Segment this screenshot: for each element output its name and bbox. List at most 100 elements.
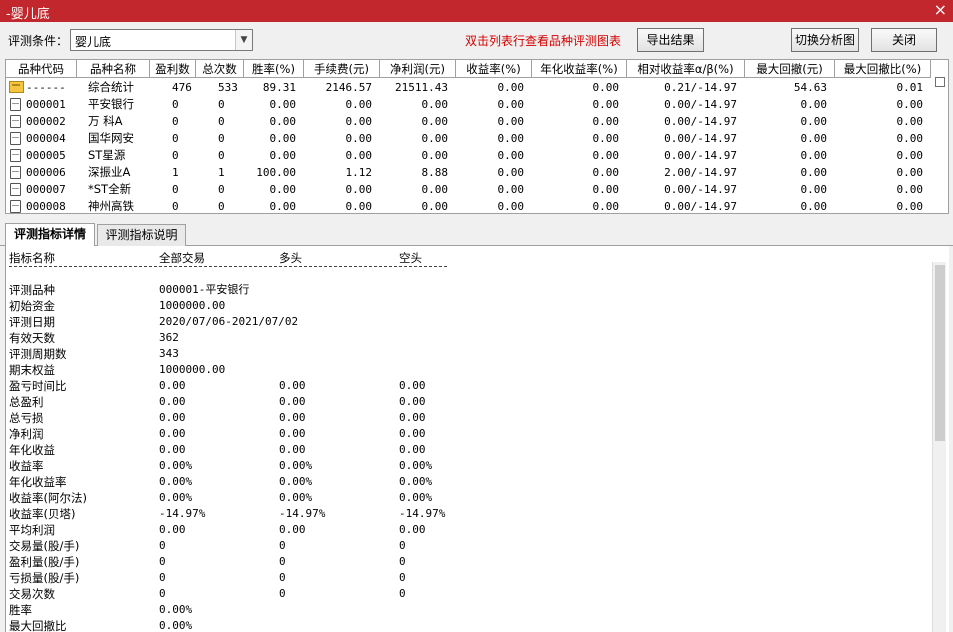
metric-name: 盈亏时间比 [9,379,67,393]
detail-row: 年化收益率 0.00% 0.00% 0.00% [9,474,909,490]
metric-name: 评测品种 [9,283,55,297]
table-row[interactable]: 000004 国华网安 0 0 0.00 0.00 0.00 0.00 0.00 0.00/-14… [6,130,931,147]
cell-ddratio: 0.00 [896,183,924,196]
column-header-total[interactable]: 总次数 [196,60,244,78]
detail-row: 交易次数 0 0 0 [9,586,909,602]
column-header-ret[interactable]: 收益率(%) [456,60,532,78]
metric-value: 0 [279,587,286,600]
column-header-winrate[interactable]: 胜率(%) [244,60,304,78]
title-bar: -婴儿底 × [0,0,953,22]
tab-metric-explanation[interactable]: 评测指标说明 [97,224,186,246]
table-row[interactable]: 000001 平安银行 0 0 0.00 0.00 0.00 0.00 0.00 0.00/-14… [6,96,931,113]
cell-ddratio: 0.00 [896,115,924,128]
condition-value: 婴儿底 [75,35,112,49]
cell-maxdd: 0.00 [800,98,828,111]
close-icon[interactable]: × [934,1,947,19]
column-header-annual[interactable]: 年化收益率(%) [532,60,627,78]
metric-name: 期末权益 [9,363,55,377]
cell-winrate: 0.00 [269,132,297,145]
column-header-fee[interactable]: 手续费(元) [304,60,380,78]
detail-row: 盈亏时间比 0.00 0.00 0.00 [9,378,909,394]
cell-annual: 0.00 [592,183,620,196]
hint-text: 双击列表行查看品种评测图表 [465,34,622,48]
cell-wins: 0 [172,200,179,213]
metric-name: 评测日期 [9,315,55,329]
cell-winrate: 0.00 [269,149,297,162]
cell-ddratio: 0.00 [896,166,924,179]
chevron-down-icon[interactable]: ▼ [235,30,252,50]
metric-name: 平均利润 [9,523,55,537]
cell-rel: 0.21/-14.97 [664,81,737,94]
cell-ddratio: 0.00 [896,98,924,111]
cell-annual: 0.00 [592,149,620,162]
cell-rel: 0.00/-14.97 [664,98,737,111]
export-button[interactable]: 导出结果 [637,28,704,52]
metric-value: 0.00% [279,475,313,488]
close-button[interactable]: 关闭 [871,28,937,52]
metric-value: 0 [279,555,286,568]
metric-value: -14.97% [279,507,326,520]
column-header-maxdd[interactable]: 最大回撤(元) [745,60,835,78]
cell-net: 0.00 [421,98,449,111]
scrollbar-thumb[interactable] [935,265,945,441]
doc-icon [10,115,21,128]
cell-total: 533 [218,81,238,94]
detail-row: 胜率 0.00% [9,602,909,618]
column-header-code[interactable]: 品种代码 [6,60,77,78]
column-toggle-checkbox[interactable] [935,77,945,87]
metric-value: 0.00 [279,427,306,440]
cell-maxdd: 0.00 [800,166,828,179]
table-row[interactable]: 000002 万 科A 0 0 0.00 0.00 0.00 0.00 0.00 0.00/-14… [6,113,931,130]
condition-select[interactable]: 婴儿底 ▼ [70,29,253,51]
column-header-wins[interactable]: 盈利数 [150,60,196,78]
table-row[interactable]: 000006 深振业A 1 1 100.00 1.12 8.88 0.00 0.00 2.00/-… [6,164,931,181]
metric-value: 0.00% [159,459,193,472]
cell-maxdd: 0.00 [800,183,828,196]
cell-wins: 0 [172,149,179,162]
detail-row: 收益率 0.00% 0.00% 0.00% [9,458,909,474]
metric-value: 0.00 [399,379,426,392]
switch-chart-button[interactable]: 切换分析图 [791,28,859,52]
tab-metric-details[interactable]: 评测指标详情 [5,223,95,246]
cell-code: 000004 [26,132,66,145]
cell-rel: 2.00/-14.97 [664,166,737,179]
metric-value: 0.00 [399,395,426,408]
cell-ret: 0.00 [497,149,525,162]
column-header-net[interactable]: 净利润(元) [380,60,456,78]
cell-net: 8.88 [421,166,449,179]
metric-value: 362 [159,331,179,344]
metric-name: 胜率 [9,603,32,617]
cell-fee: 2146.57 [325,81,372,94]
metric-value: 0.00% [159,619,193,632]
table-row[interactable]: 000008 神州高铁 0 0 0.00 0.00 0.00 0.00 0.00 0.00/-14… [6,198,931,213]
cell-name: 神州高铁 [88,199,134,213]
detail-header-name: 指标名称 [9,251,55,265]
metric-value: -14.97% [159,507,206,520]
detail-scrollbar[interactable] [932,262,946,632]
column-header-name[interactable]: 品种名称 [77,60,150,78]
metric-name: 最大回撤比 [9,619,67,632]
column-header-rel[interactable]: 相对收益率α/β(%) [627,60,745,78]
table-row[interactable]: ------ 综合统计 476 533 89.31 2146.57 21511.43 0.00… [6,79,931,96]
detail-row: 有效天数 362 [9,330,909,346]
metric-value: 0.00 [399,523,426,536]
cell-name: 国华网安 [88,131,134,145]
cell-net: 0.00 [421,149,449,162]
cell-rel: 0.00/-14.97 [664,200,737,213]
metric-value: 0.00% [399,459,433,472]
cell-net: 0.00 [421,183,449,196]
table-row[interactable]: 000007 *ST全新 0 0 0.00 0.00 0.00 0.00 0.00 0.00/-1… [6,181,931,198]
cell-name: 综合统计 [88,80,134,94]
cell-fee: 0.00 [345,115,373,128]
table-header: 品种代码 品种名称 盈利数 总次数 胜率(%) 手续费(元) 净利润(元) 收益率(%) 年化收… [6,60,931,78]
cell-ret: 0.00 [497,98,525,111]
column-header-ddratio[interactable]: 最大回撤比(%) [835,60,931,78]
cell-annual: 0.00 [592,115,620,128]
table-row[interactable]: 000005 ST星源 0 0 0.00 0.00 0.00 0.00 0.00 0.00/-14… [6,147,931,164]
metric-value: 0.00 [159,523,186,536]
cell-ret: 0.00 [497,81,525,94]
metric-name: 收益率(阿尔法) [9,491,87,505]
metric-value: 0.00 [159,443,186,456]
cell-annual: 0.00 [592,81,620,94]
metric-value: 0.00 [399,411,426,424]
